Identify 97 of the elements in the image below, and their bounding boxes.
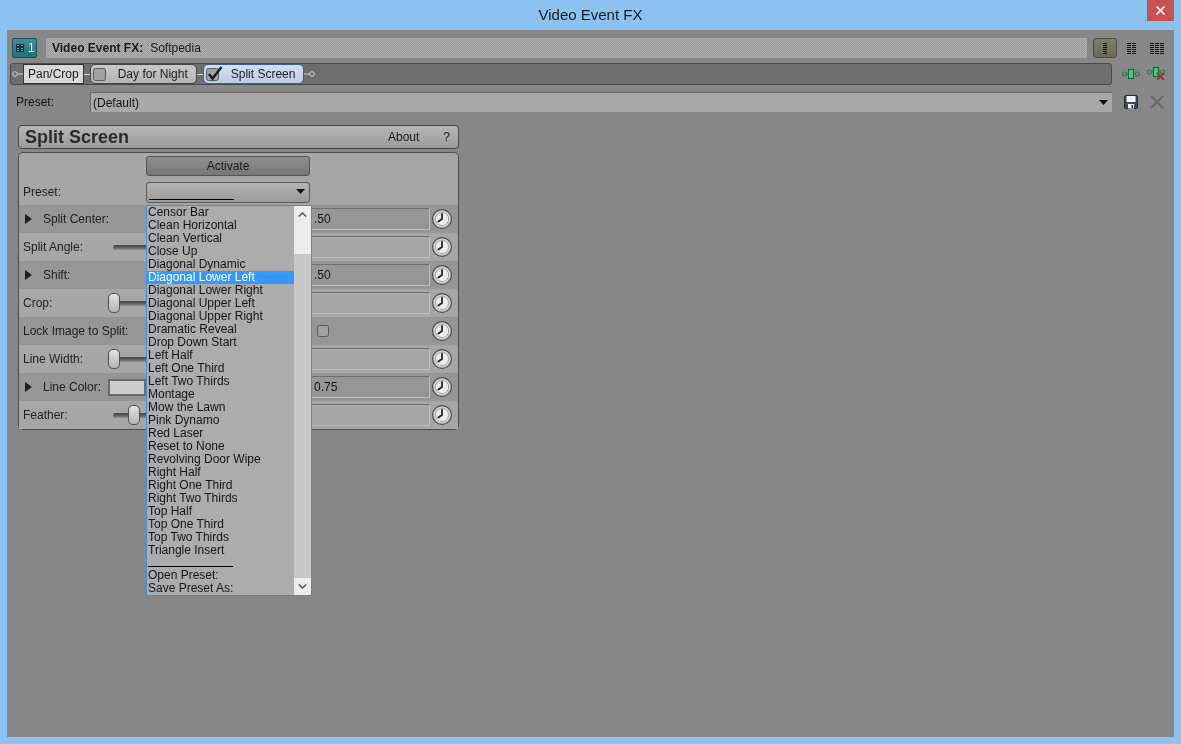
menu-item[interactable]: Pink Dynamo (147, 414, 294, 427)
view-button[interactable] (1093, 38, 1117, 58)
close-icon (1156, 6, 1165, 15)
menu-item[interactable]: Drop Down Start (147, 336, 294, 349)
menu-item[interactable]: Red Laser (147, 427, 294, 440)
menu-item[interactable]: Montage (147, 388, 294, 401)
header-link[interactable]: ? (443, 128, 450, 146)
menu-item[interactable]: Diagonal Upper Left (147, 297, 294, 310)
value-field[interactable] (312, 292, 430, 314)
scrollbar-thumb[interactable] (294, 254, 311, 578)
clock-icon[interactable] (432, 377, 452, 397)
value-field[interactable]: 0.75 (312, 376, 430, 398)
menu-item[interactable]: Left One Third (147, 362, 294, 375)
chain-node-icon[interactable] (1122, 69, 1140, 79)
chevron-down-icon (298, 584, 307, 589)
clock-icon[interactable] (432, 265, 452, 285)
menu-item[interactable]: Right One Third (147, 479, 294, 492)
chevron-up-icon (298, 211, 307, 217)
expand-arrow-icon[interactable] (25, 382, 32, 392)
header-link[interactable]: About (387, 128, 420, 146)
menu-item[interactable]: Right Half (147, 466, 294, 479)
value-field[interactable] (312, 236, 430, 258)
field-label: Feather: (23, 407, 68, 424)
menu-item[interactable]: Clean Horizontal (147, 219, 294, 232)
field-label: Preset: (23, 184, 61, 201)
menu-item[interactable]: Clean Vertical (147, 232, 294, 245)
track-number: 1 (28, 42, 35, 54)
single-column-icon (1103, 42, 1107, 54)
menu-item[interactable]: Revolving Door Wipe (147, 453, 294, 466)
value-field[interactable]: .50 (312, 208, 430, 230)
connector-line (83, 73, 90, 75)
clock-icon[interactable] (432, 293, 452, 313)
checkbox[interactable] (205, 66, 223, 82)
menu-item[interactable]: Diagonal Lower Right (147, 284, 294, 297)
panel-title: Split Screen (25, 128, 130, 146)
scrollbar-track[interactable] (294, 206, 311, 595)
menu-item[interactable]: Open Preset: (147, 569, 294, 582)
header-value: Softpedia (150, 40, 201, 57)
connector-icon (304, 71, 316, 77)
menu-item[interactable]: Left Two Thirds (147, 375, 294, 388)
menu-item[interactable]: Top One Third (147, 518, 294, 531)
field-label: Line Color: (43, 379, 102, 396)
plugin-button[interactable]: Split Screen (202, 64, 305, 84)
color-swatch-icon[interactable] (108, 378, 146, 396)
two-column-icon (1126, 42, 1136, 54)
preset-label: Preset: (16, 94, 55, 111)
menu-item[interactable]: Dramatic Reveal (147, 323, 294, 336)
value-field[interactable] (312, 348, 430, 370)
chain-node-delete-icon[interactable] (1147, 67, 1167, 81)
slider-thumb[interactable] (128, 405, 140, 425)
clock-icon[interactable] (432, 349, 452, 369)
field-label: Line Width: (23, 351, 84, 368)
menu-item[interactable]: Mow the Lawn (147, 401, 294, 414)
menu-item[interactable]: Triangle Insert (147, 544, 294, 557)
field-label: Lock Image to Split: (23, 323, 129, 340)
caret-icon (1099, 100, 1108, 105)
value-field[interactable] (312, 404, 430, 426)
window-title: Video Event FX (538, 4, 643, 25)
menu-item[interactable]: Left Half (147, 349, 294, 362)
slider-track[interactable] (108, 349, 146, 369)
clock-icon[interactable] (432, 321, 452, 341)
connector-line (196, 73, 203, 75)
checkbox[interactable] (317, 325, 329, 337)
field-label: Split Center: (43, 211, 110, 228)
menu-item[interactable]: Censor Bar (147, 206, 294, 219)
activate-button[interactable]: Activate (146, 156, 310, 176)
connector-icon (12, 71, 23, 77)
close-button[interactable] (1147, 0, 1174, 21)
slider-thumb[interactable] (108, 293, 120, 313)
menu-item[interactable]: Diagonal Dynamic (147, 258, 294, 271)
plugin-button[interactable]: Day for Night (89, 64, 197, 84)
menu-item[interactable]: Right Two Thirds (147, 492, 294, 505)
expand-arrow-icon[interactable] (25, 214, 32, 224)
menu-item[interactable]: Reset to None (147, 440, 294, 453)
expand-arrow-icon[interactable] (25, 270, 32, 280)
preset-dropdown[interactable] (146, 181, 310, 203)
menu-item[interactable]: Top Half (147, 505, 294, 518)
field-label: Split Angle: (23, 239, 84, 256)
clock-icon[interactable] (432, 237, 452, 257)
clock-icon[interactable] (432, 209, 452, 229)
slider-thumb[interactable] (108, 349, 120, 369)
film-icon (16, 44, 24, 52)
caret-icon (296, 188, 305, 194)
plugin-button[interactable]: Pan/Crop (23, 64, 84, 84)
clock-icon[interactable] (432, 405, 452, 425)
menu-item[interactable]: Diagonal Upper Right (147, 310, 294, 323)
menu-item[interactable]: Top Two Thirds (147, 531, 294, 544)
save-icon[interactable] (1124, 95, 1138, 109)
menu-item[interactable]: Save Preset As: (147, 582, 294, 595)
three-column-icon (1149, 42, 1164, 54)
preset-dropdown[interactable]: (Default) (90, 92, 1112, 112)
value-field[interactable]: .50 (312, 264, 430, 286)
field-label: Crop: (23, 295, 53, 312)
slider-track[interactable] (108, 293, 146, 313)
header-label: Video Event FX: (52, 40, 144, 57)
menu-item[interactable]: Close Up (147, 245, 294, 258)
field-label: Shift: (43, 267, 71, 284)
